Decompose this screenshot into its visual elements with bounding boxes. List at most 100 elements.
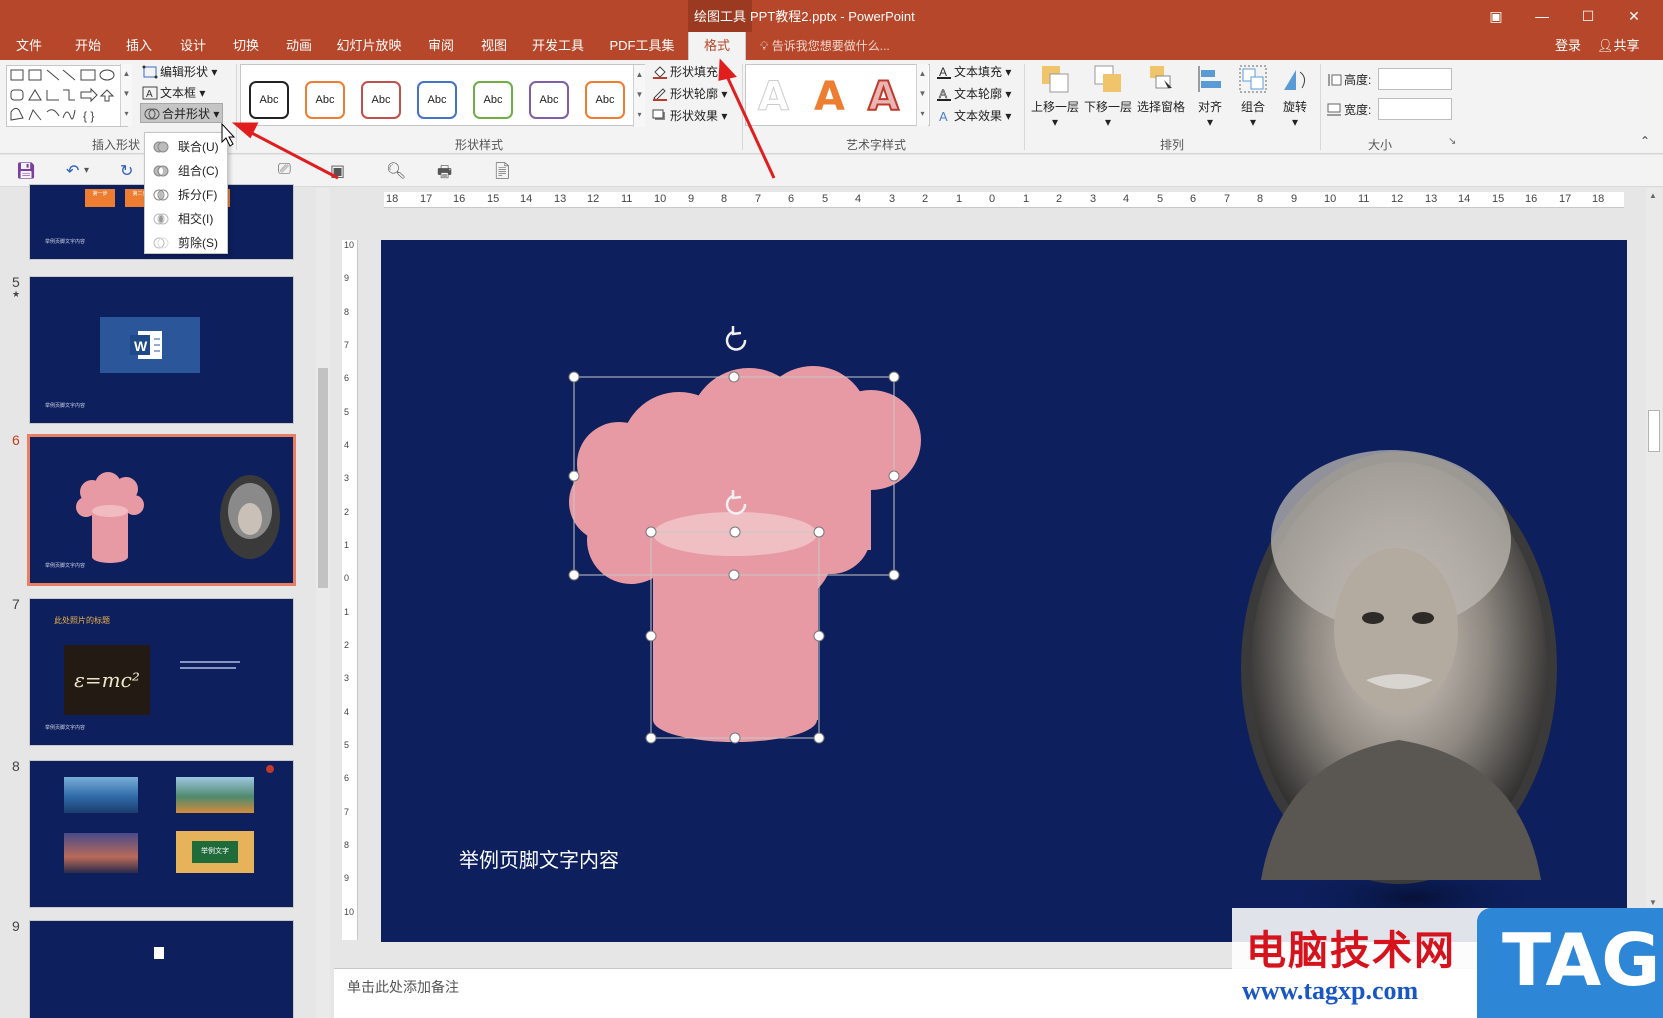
wordart-style-2[interactable]: A bbox=[814, 75, 845, 119]
tab-insert[interactable]: 插入 bbox=[118, 32, 160, 60]
redo-icon[interactable]: ↻ bbox=[120, 161, 133, 181]
text-outline-button[interactable]: A 文本轮廓 ▾ bbox=[936, 84, 1011, 104]
tab-animations[interactable]: 动画 bbox=[278, 32, 320, 60]
selection-pane-label: 选择窗格 bbox=[1136, 100, 1185, 114]
shape-style-7[interactable]: Abc bbox=[585, 81, 625, 119]
slide-thumbnail-7[interactable]: 此处照片的标题 ε=mc² 举例页脚文字内容 bbox=[29, 598, 294, 746]
ruler-tick-label: 6 bbox=[788, 193, 795, 205]
print-icon[interactable]: 🖶 bbox=[437, 161, 452, 188]
wordart-style-3[interactable]: A bbox=[867, 74, 900, 120]
share-button[interactable]: 👤︎共享 bbox=[1597, 32, 1640, 60]
ruler-tick-label: 1 bbox=[1023, 193, 1030, 205]
edit-shape-button[interactable]: 编辑形状 ▾ bbox=[142, 62, 217, 82]
tab-transitions[interactable]: 切换 bbox=[225, 32, 267, 60]
menu-item-fragment[interactable]: 拆分(F) bbox=[145, 183, 227, 207]
save-icon[interactable]: 💾︎ bbox=[16, 161, 36, 181]
tab-review[interactable]: 审阅 bbox=[420, 32, 462, 60]
slide-canvas[interactable]: 举例页脚文字内容 bbox=[381, 240, 1627, 942]
shape-style-5[interactable]: Abc bbox=[473, 81, 513, 119]
collapse-ribbon-icon[interactable]: ⌃ bbox=[1640, 134, 1650, 148]
maximize-button[interactable]: ☐ bbox=[1565, 0, 1611, 32]
ruler-tick-label: 6 bbox=[344, 773, 350, 783]
dropdown-arrow-icon: ▾ bbox=[1291, 115, 1299, 129]
shape-style-6[interactable]: Abc bbox=[529, 81, 569, 119]
scroll-down-icon[interactable]: ▼ bbox=[1649, 898, 1657, 907]
ruler-tick-label: 14 bbox=[1458, 193, 1471, 205]
text-effects-button[interactable]: A 文本效果 ▾ bbox=[936, 106, 1011, 126]
shape-styles-scroll[interactable]: ▲ ▼ ▾ bbox=[633, 65, 645, 127]
thumbnails-scrollbar[interactable] bbox=[316, 188, 330, 1018]
menu-item-combine[interactable]: 组合(C) bbox=[145, 159, 227, 183]
shapes-gallery[interactable]: { } bbox=[6, 65, 128, 127]
present-icon[interactable]: ▣ bbox=[330, 161, 345, 181]
export-icon[interactable]: 📄︎ bbox=[492, 161, 512, 181]
text-effects-icon: A bbox=[936, 109, 952, 124]
shape-effects-button[interactable]: 形状效果 ▾ bbox=[652, 106, 727, 126]
insert-shapes-group-label: 插入形状 bbox=[92, 138, 141, 152]
group-button[interactable]: 组合 ▾ bbox=[1235, 64, 1271, 129]
preview-icon[interactable]: 🔍︎ bbox=[386, 161, 406, 181]
shape-style-1[interactable]: Abc bbox=[249, 81, 289, 119]
slide-number: 5 bbox=[12, 274, 20, 290]
tab-developer[interactable]: 开发工具 bbox=[528, 32, 588, 60]
slide-thumbnail-9[interactable] bbox=[29, 920, 294, 1018]
arrange-group-label: 排列 bbox=[1160, 138, 1185, 152]
slide-number: 9 bbox=[12, 918, 20, 934]
size-dialog-launcher-icon[interactable]: ↘ bbox=[1448, 136, 1456, 147]
ribbon-display-options-icon[interactable]: ▣ bbox=[1473, 0, 1519, 32]
scrollbar-thumb[interactable] bbox=[318, 368, 328, 588]
scroll-up-icon[interactable]: ▲ bbox=[1649, 191, 1657, 200]
slideshow-from-start-icon[interactable]: ⎚ bbox=[278, 161, 291, 179]
text-box-button[interactable]: A 文本框 ▾ bbox=[142, 83, 205, 103]
tab-format[interactable]: 格式 bbox=[688, 32, 746, 60]
wordart-scroll[interactable]: ▲ ▼ ▾ bbox=[916, 64, 928, 126]
tab-slideshow[interactable]: 幻灯片放映 bbox=[333, 32, 405, 60]
tab-pdf-tools[interactable]: PDF工具集 bbox=[604, 32, 680, 60]
shapes-gallery-scroll[interactable]: ▲ ▼ ▾ bbox=[120, 64, 132, 126]
tab-view[interactable]: 视图 bbox=[473, 32, 515, 60]
login-link[interactable]: 登录 bbox=[1555, 32, 1581, 60]
shape-fill-button[interactable]: 形状填充 ▾ bbox=[652, 62, 727, 82]
undo-dropdown-icon[interactable]: ▾ bbox=[84, 165, 89, 176]
shape-style-2[interactable]: Abc bbox=[305, 81, 345, 119]
rotate-button[interactable]: 旋转 ▾ bbox=[1277, 64, 1313, 129]
bring-forward-button[interactable]: 上移一层 ▾ bbox=[1030, 64, 1080, 129]
editor-vertical-scrollbar[interactable]: ▲ ▼ bbox=[1646, 188, 1662, 928]
shape-outline-button[interactable]: 形状轮廓 ▾ bbox=[652, 84, 727, 104]
height-input[interactable] bbox=[1378, 68, 1452, 90]
merge-shapes-button[interactable]: 合并形状 ▾ bbox=[140, 103, 224, 123]
minimize-button[interactable]: — bbox=[1519, 0, 1565, 32]
wordart-style-1[interactable]: A bbox=[758, 75, 790, 120]
text-fill-button[interactable]: A 文本填充 ▾ bbox=[936, 62, 1011, 82]
slide-thumbnail-6[interactable]: 举例页脚文字内容 bbox=[27, 434, 296, 586]
selection-pane-button[interactable]: 选择窗格 bbox=[1136, 64, 1186, 115]
shape-style-4[interactable]: Abc bbox=[417, 81, 457, 119]
menu-item-intersect[interactable]: 相交(I) bbox=[145, 207, 227, 231]
tab-home[interactable]: 开始 bbox=[64, 32, 112, 60]
tab-file[interactable]: 文件 bbox=[8, 32, 50, 60]
cylinder-shape[interactable] bbox=[653, 512, 818, 742]
tell-me-search[interactable]: 💡︎ 告诉我您想要做什么... bbox=[760, 32, 890, 60]
text-fill-icon: A bbox=[936, 65, 952, 79]
shape-style-3[interactable]: Abc bbox=[361, 81, 401, 119]
ruler-tick-label: 5 bbox=[1157, 193, 1164, 205]
slide-footer-text[interactable]: 举例页脚文字内容 bbox=[459, 844, 619, 873]
slide-number: 7 bbox=[12, 596, 20, 612]
undo-icon[interactable]: ↶ bbox=[66, 161, 79, 181]
text-fill-label: 文本填充 bbox=[954, 65, 1003, 79]
send-backward-button[interactable]: 下移一层 ▾ bbox=[1083, 64, 1133, 129]
slide-thumbnail-8[interactable]: 举例文字 bbox=[29, 760, 294, 908]
menu-item-subtract[interactable]: 剪除(S) bbox=[145, 231, 227, 255]
einstein-portrait[interactable] bbox=[1241, 450, 1557, 884]
combine-icon bbox=[153, 163, 169, 179]
align-button[interactable]: 对齐 ▾ bbox=[1192, 64, 1228, 129]
ruler-tick-label: 1 bbox=[344, 607, 350, 617]
tab-design[interactable]: 设计 bbox=[172, 32, 214, 60]
rotate-handle-icon[interactable] bbox=[725, 326, 747, 351]
slide-thumbnail-5[interactable]: W 举例页脚文字内容 bbox=[29, 276, 294, 424]
scrollbar-thumb[interactable] bbox=[1648, 410, 1660, 452]
menu-item-union[interactable]: 联合(U) bbox=[145, 135, 227, 159]
close-button[interactable]: ✕ bbox=[1611, 0, 1657, 32]
width-input[interactable] bbox=[1378, 98, 1452, 120]
ruler-tick-label: 16 bbox=[453, 193, 466, 205]
